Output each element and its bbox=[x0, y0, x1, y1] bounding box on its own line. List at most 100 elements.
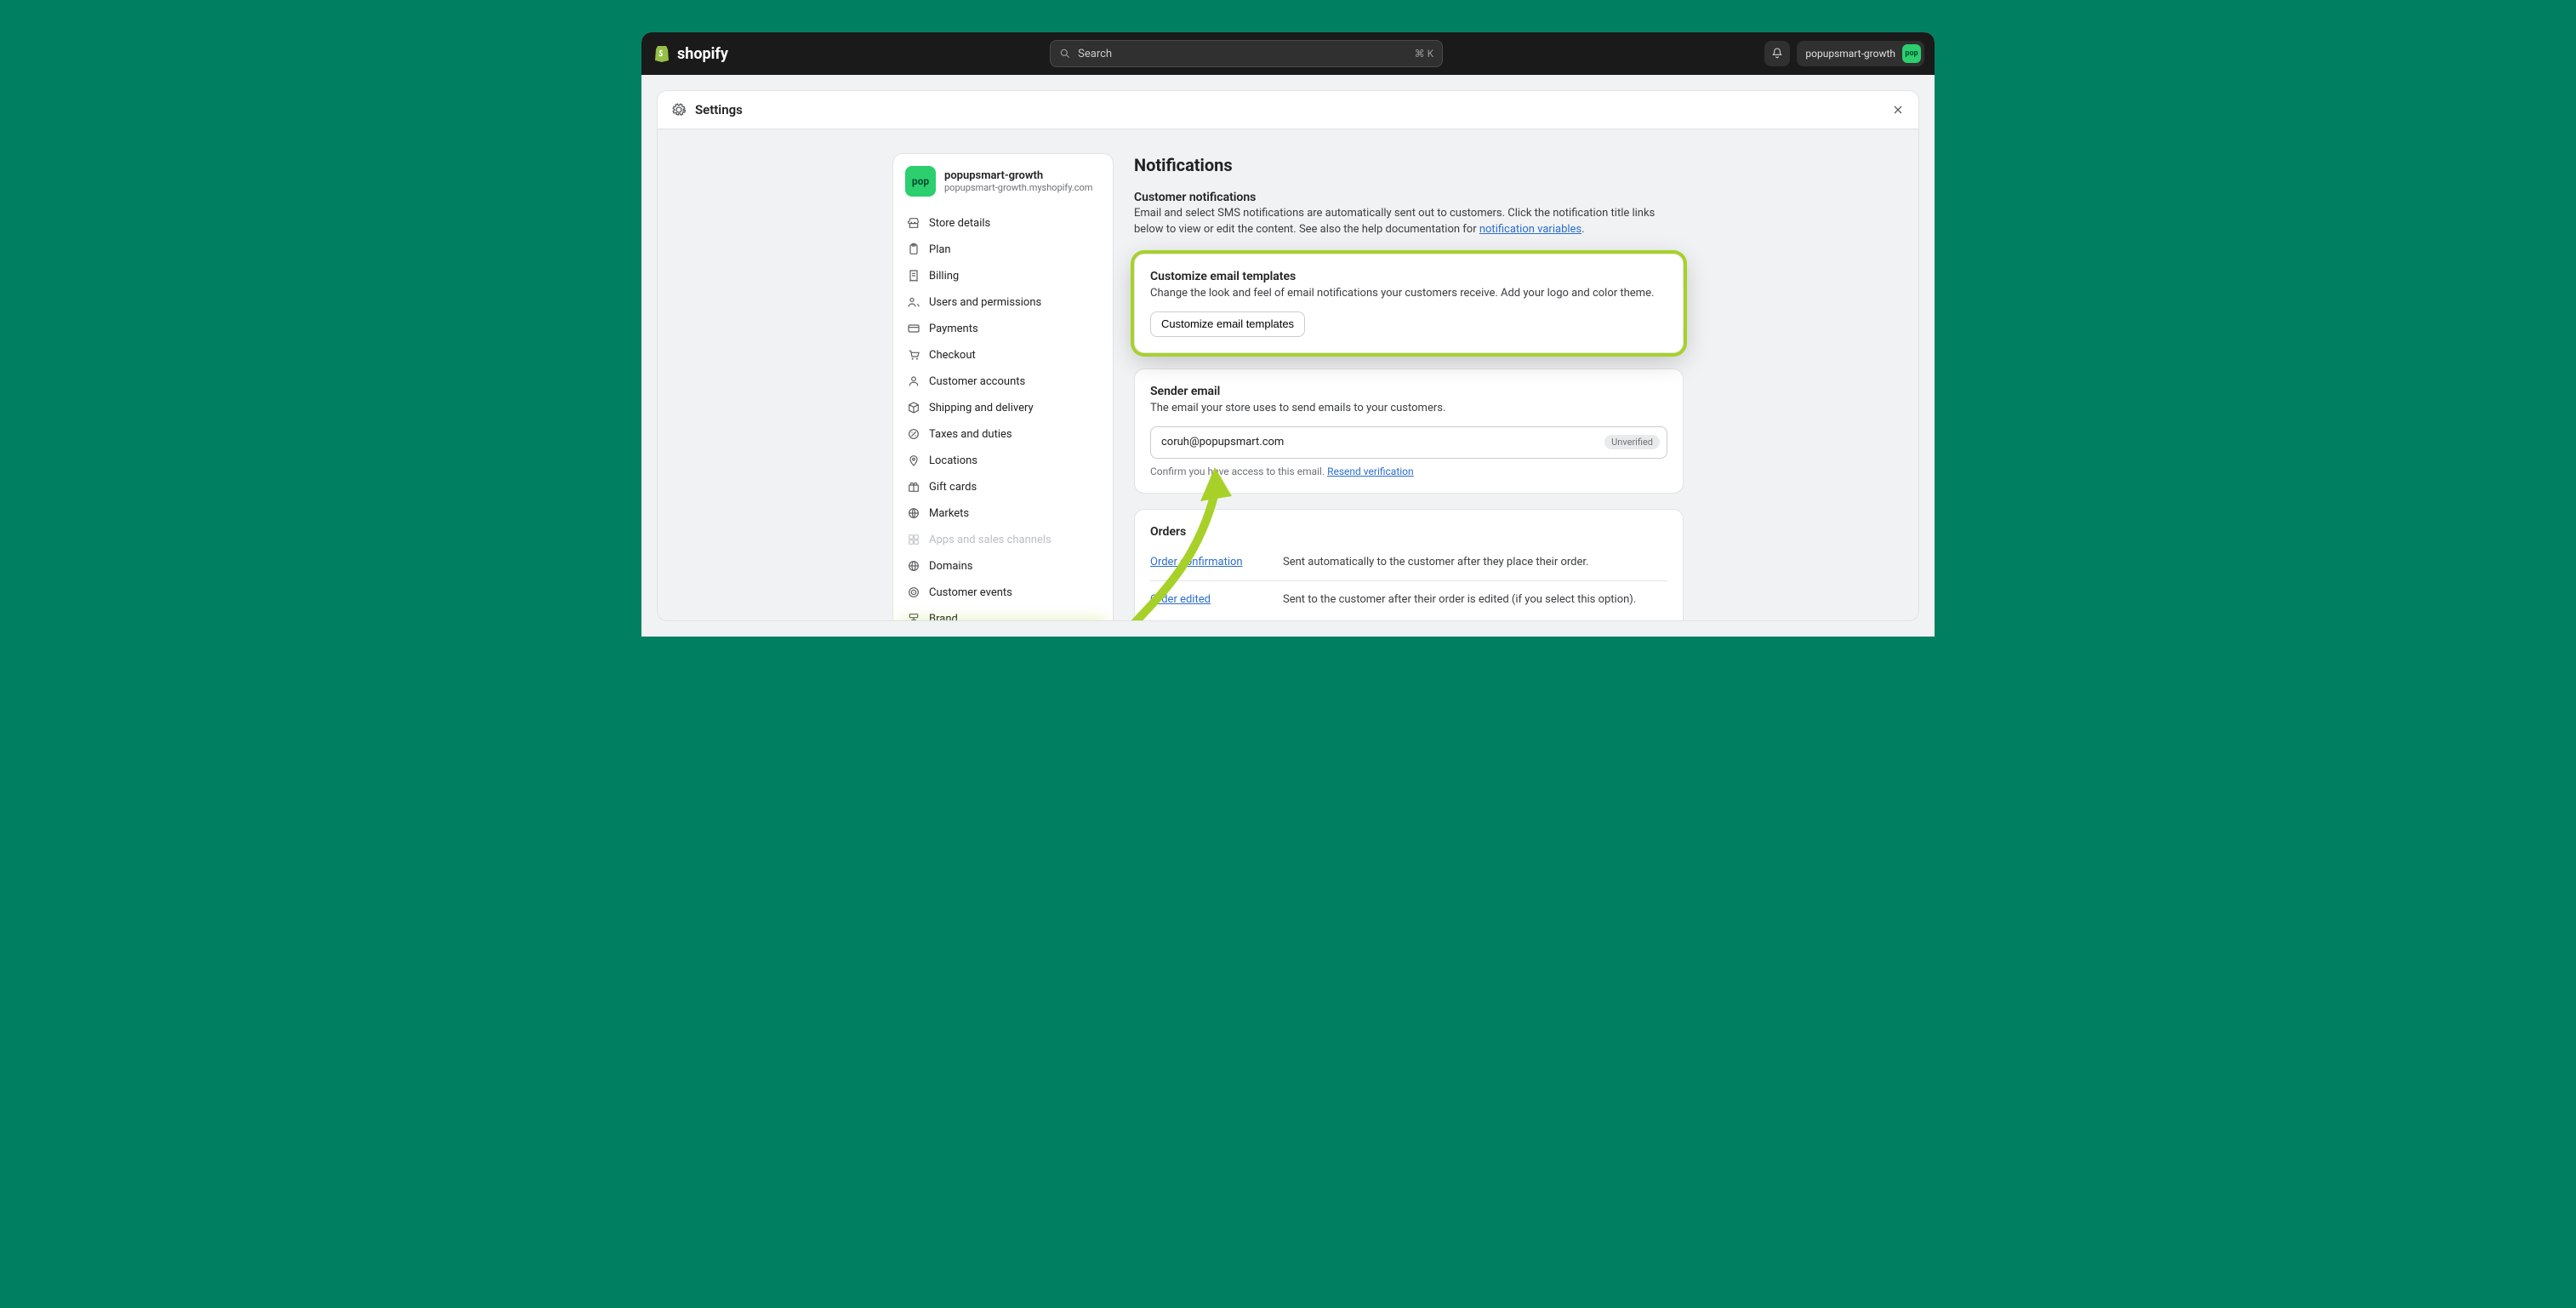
receipt-icon bbox=[907, 269, 920, 283]
globe2-icon bbox=[907, 559, 920, 573]
table-row: Order confirmation Sent automatically to… bbox=[1150, 544, 1667, 580]
pin-icon bbox=[907, 454, 920, 467]
orders-table: Order confirmation Sent automatically to… bbox=[1150, 544, 1667, 618]
sidebar-item-label: Customer accounts bbox=[929, 375, 1025, 388]
notifications-button[interactable] bbox=[1764, 41, 1790, 66]
sidebar-item-taxes[interactable]: Taxes and duties bbox=[898, 421, 1108, 447]
sidebar-item-markets[interactable]: Markets bbox=[898, 500, 1108, 526]
sidebar-item-locations[interactable]: Locations bbox=[898, 448, 1108, 473]
row-desc: Sent automatically to the customer after… bbox=[1283, 556, 1588, 568]
close-icon bbox=[1891, 103, 1905, 117]
topbar-right: popupsmart-growth pop bbox=[1764, 41, 1924, 66]
modal-backdrop: Settings pop popupsmart-growth popupsmar… bbox=[641, 75, 1935, 637]
avatar: pop bbox=[1902, 44, 1921, 63]
brand-logo: shopify bbox=[652, 43, 728, 64]
customer-notifications-section: Customer notifications Email and select … bbox=[1134, 191, 1684, 238]
sidebar-item-label: Customer events bbox=[929, 586, 1012, 599]
sender-email-input[interactable]: coruh@popupsmart.com Unverified bbox=[1150, 426, 1667, 459]
sidebar-item-label: Apps and sales channels bbox=[929, 534, 1051, 546]
search-wrap: Search ⌘ K bbox=[742, 40, 1752, 67]
resend-hint: Confirm you have access to this email. R… bbox=[1150, 466, 1667, 477]
store-url: popupsmart-growth.myshopify.com bbox=[944, 182, 1092, 193]
notification-variables-link[interactable]: notification variables bbox=[1479, 223, 1582, 236]
sidebar-item-plan[interactable]: Plan bbox=[898, 237, 1108, 262]
percent-icon bbox=[907, 427, 920, 441]
card-desc: Change the look and feel of email notifi… bbox=[1150, 287, 1667, 300]
cart-icon bbox=[907, 348, 920, 362]
sidebar-item-billing[interactable]: Billing bbox=[898, 263, 1108, 288]
close-button[interactable] bbox=[1891, 103, 1905, 117]
sender-email-card: Sender email The email your store uses t… bbox=[1134, 368, 1684, 494]
sidebar-item-domains[interactable]: Domains bbox=[898, 553, 1108, 579]
sidebar-item-customer-events[interactable]: Customer events bbox=[898, 580, 1108, 605]
modal-title: Settings bbox=[695, 102, 743, 117]
search-shortcut: ⌘ K bbox=[1415, 48, 1434, 60]
sidebar-item-brand[interactable]: Brand bbox=[898, 606, 1108, 620]
sidebar-item-label: Store details bbox=[929, 217, 990, 230]
store-switcher[interactable]: popupsmart-growth pop bbox=[1797, 41, 1924, 66]
sidebar-item-label: Domains bbox=[929, 560, 972, 573]
store-name: popupsmart-growth bbox=[944, 169, 1092, 183]
customize-templates-card: Customize email templates Change the loo… bbox=[1134, 254, 1684, 353]
nav-list: Store details Plan Billing Users and per… bbox=[893, 207, 1113, 620]
sidebar-item-checkout[interactable]: Checkout bbox=[898, 342, 1108, 368]
columns: pop popupsmart-growth popupsmart-growth.… bbox=[892, 153, 1684, 597]
paint-icon bbox=[907, 612, 920, 620]
orders-card: Orders Order confirmation Sent automatic… bbox=[1134, 509, 1684, 620]
app-window: shopify Search ⌘ K popupsmart-growth pop bbox=[641, 32, 1935, 637]
shopify-bag-icon bbox=[652, 43, 672, 64]
sidebar-item-label: Locations bbox=[929, 454, 977, 467]
store-name-top: popupsmart-growth bbox=[1805, 48, 1895, 60]
settings-nav: pop popupsmart-growth popupsmart-growth.… bbox=[892, 153, 1114, 620]
sidebar-item-shipping[interactable]: Shipping and delivery bbox=[898, 395, 1108, 420]
order-confirmation-link[interactable]: Order confirmation bbox=[1150, 556, 1269, 568]
resend-verification-link[interactable]: Resend verification bbox=[1327, 466, 1414, 477]
sidebar-item-customer-accounts[interactable]: Customer accounts bbox=[898, 368, 1108, 394]
sidebar-item-users[interactable]: Users and permissions bbox=[898, 289, 1108, 315]
sidebar-item-label: Checkout bbox=[929, 349, 976, 362]
user-icon bbox=[907, 374, 920, 388]
sidebar-item-payments[interactable]: Payments bbox=[898, 316, 1108, 341]
topbar: shopify Search ⌘ K popupsmart-growth pop bbox=[641, 32, 1935, 75]
search-icon bbox=[1059, 48, 1071, 60]
sidebar-item-label: Taxes and duties bbox=[929, 428, 1012, 441]
card-title: Customize email templates bbox=[1150, 270, 1667, 283]
sidebar-item-label: Markets bbox=[929, 507, 969, 520]
sender-email-value: coruh@popupsmart.com bbox=[1161, 436, 1596, 448]
gear-icon bbox=[671, 102, 687, 117]
page-title: Notifications bbox=[1134, 155, 1684, 175]
card-title: Orders bbox=[1150, 525, 1667, 539]
store-header: pop popupsmart-growth popupsmart-growth.… bbox=[893, 154, 1113, 207]
modal-body: pop popupsmart-growth popupsmart-growth.… bbox=[658, 129, 1918, 620]
avatar: pop bbox=[905, 166, 936, 197]
bell-icon bbox=[1770, 47, 1784, 60]
credit-card-icon bbox=[907, 322, 920, 335]
sidebar-item-label: Payments bbox=[929, 323, 978, 335]
search-input[interactable]: Search ⌘ K bbox=[1050, 40, 1443, 67]
sidebar-item-gift-cards[interactable]: Gift cards bbox=[898, 474, 1108, 500]
row-desc: Sent to the customer after their order i… bbox=[1283, 593, 1636, 606]
table-row: Order edited Sent to the customer after … bbox=[1150, 580, 1667, 618]
gift-icon bbox=[907, 480, 920, 494]
sidebar-item-label: Plan bbox=[929, 243, 951, 256]
content: Notifications Customer notifications Ema… bbox=[1134, 153, 1684, 620]
settings-modal: Settings pop popupsmart-growth popupsmar… bbox=[657, 90, 1919, 621]
sidebar-item-label: Brand bbox=[929, 613, 958, 621]
grid-icon bbox=[907, 533, 920, 546]
sidebar-item-apps: Apps and sales channels bbox=[898, 527, 1108, 552]
card-desc: The email your store uses to send emails… bbox=[1150, 402, 1667, 414]
store-icon bbox=[907, 216, 920, 230]
sidebar-item-label: Shipping and delivery bbox=[929, 402, 1034, 414]
customize-templates-button[interactable]: Customize email templates bbox=[1150, 311, 1305, 337]
sidebar-item-store-details[interactable]: Store details bbox=[898, 210, 1108, 236]
order-edited-link[interactable]: Order edited bbox=[1150, 593, 1269, 606]
status-badge: Unverified bbox=[1604, 435, 1660, 449]
globe-icon bbox=[907, 506, 920, 520]
section-desc: Email and select SMS notifications are a… bbox=[1134, 206, 1661, 238]
brand-text: shopify bbox=[677, 45, 728, 63]
users-icon bbox=[907, 295, 920, 309]
box-icon bbox=[907, 401, 920, 414]
sidebar-item-label: Users and permissions bbox=[929, 296, 1041, 309]
section-title: Customer notifications bbox=[1134, 191, 1684, 204]
sidebar-item-label: Gift cards bbox=[929, 481, 977, 494]
